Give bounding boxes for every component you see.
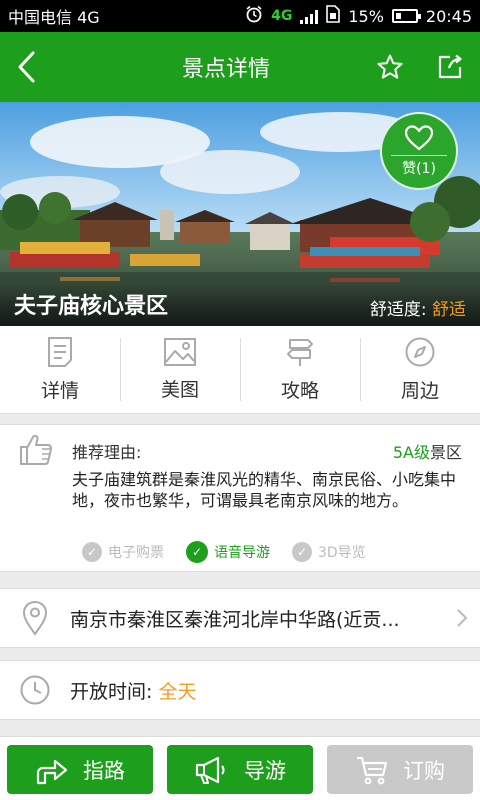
- like-count: 赞(1): [402, 160, 436, 177]
- tab-details-label: 详情: [40, 380, 79, 402]
- scenic-name: 夫子庙核心景区: [14, 294, 169, 319]
- battery-percent: 15%: [348, 6, 384, 26]
- check-icon: ✓: [186, 541, 208, 563]
- battery-icon: [391, 9, 421, 23]
- feature-audio-guide[interactable]: ✓ 语音导游: [186, 541, 270, 563]
- carrier-label: 中国电信 4G: [8, 8, 100, 27]
- back-button[interactable]: [0, 32, 52, 102]
- feature-tabs: 详情 美图 攻略 周边: [0, 326, 480, 414]
- share-button[interactable]: [420, 32, 480, 102]
- signpost-icon: [287, 339, 313, 366]
- hours-label: 开放时间:: [70, 680, 153, 703]
- location-pin-icon: [0, 600, 70, 636]
- address-text: 南京市秦淮区秦淮河北岸中华路(近贡...: [70, 608, 400, 631]
- chevron-right-icon: [444, 608, 480, 628]
- clock-time: 20:45: [425, 6, 472, 26]
- compass-icon: [405, 337, 435, 367]
- tab-details[interactable]: 详情: [0, 326, 120, 413]
- feature-eticket[interactable]: ✓ 电子购票: [82, 541, 164, 563]
- order-label: 订购: [403, 758, 445, 783]
- audio-guide-label: 导游: [244, 758, 286, 783]
- heart-icon: [404, 124, 434, 150]
- chevron-left-icon: [18, 51, 35, 83]
- check-icon: ✓: [292, 542, 312, 562]
- page-title: 景点详情: [181, 57, 270, 82]
- alarm-icon: [245, 5, 263, 27]
- feature-eticket-label: 电子购票: [108, 545, 164, 561]
- audio-guide-button[interactable]: 导游: [167, 745, 313, 794]
- bottom-action-bar: 指路 导游 订购: [0, 736, 480, 800]
- feature-3d-tour[interactable]: ✓ 3D导览: [292, 541, 366, 563]
- scenic-level: 5A级: [392, 443, 430, 462]
- tab-photos[interactable]: 美图: [120, 326, 240, 413]
- megaphone-icon: [195, 756, 225, 784]
- favorite-button[interactable]: [360, 32, 420, 102]
- status-bar: 中国电信 4G 4G 15% 20:45: [0, 0, 480, 32]
- app-header: 景点详情: [0, 32, 480, 102]
- star-icon: [377, 54, 403, 79]
- cart-icon: [357, 756, 388, 784]
- comfort-level: 舒适度: 舒适: [370, 295, 466, 320]
- thumbs-up-icon: [18, 433, 54, 471]
- image-icon: [164, 338, 196, 366]
- network-type: 4G: [271, 8, 293, 24]
- service-features: ✓ 电子购票 ✓ 语音导游 ✓ 3D导览: [82, 541, 466, 563]
- signal-icon: [300, 8, 319, 24]
- tab-guide[interactable]: 攻略: [240, 326, 360, 413]
- address-row[interactable]: 南京市秦淮区秦淮河北岸中华路(近贡...: [0, 588, 480, 648]
- feature-audio-guide-label: 语音导游: [214, 545, 270, 561]
- sim-icon: [326, 5, 341, 27]
- tab-photos-label: 美图: [160, 379, 199, 401]
- clock-icon: [0, 674, 70, 706]
- check-icon: ✓: [82, 542, 102, 562]
- hours-value: 全天: [158, 680, 197, 703]
- document-icon: [48, 337, 72, 367]
- tab-nearby-label: 周边: [400, 380, 439, 402]
- turn-arrow-icon: [36, 759, 68, 784]
- hero-caption: 夫子庙核心景区 舒适度: 舒适: [0, 284, 480, 326]
- tab-nearby[interactable]: 周边: [360, 326, 480, 413]
- scenic-level-suffix: 景区: [429, 443, 462, 462]
- scenic-hero-image[interactable]: 赞(1) 夫子庙核心景区 舒适度: 舒适: [0, 102, 480, 326]
- recommend-title: 推荐理由:: [72, 443, 142, 462]
- share-icon: [438, 54, 462, 79]
- tab-guide-label: 攻略: [280, 380, 319, 402]
- opening-hours-row: 开放时间: 全天: [0, 660, 480, 720]
- directions-button[interactable]: 指路: [7, 745, 153, 794]
- comfort-label: 舒适度:: [369, 300, 427, 320]
- feature-3d-tour-label: 3D导览: [318, 545, 366, 561]
- order-button[interactable]: 订购: [327, 745, 473, 794]
- comfort-value: 舒适: [432, 300, 466, 320]
- recommendation-card: 推荐理由: 5A级 景区 夫子庙建筑群是秦淮风光的精华、南京民俗、小吃集中地，夜…: [0, 424, 480, 572]
- recommend-description: 夫子庙建筑群是秦淮风光的精华、南京民俗、小吃集中地，夜市也繁华，可谓最具老南京风…: [72, 470, 457, 510]
- like-button[interactable]: 赞(1): [380, 112, 458, 190]
- directions-label: 指路: [83, 758, 125, 783]
